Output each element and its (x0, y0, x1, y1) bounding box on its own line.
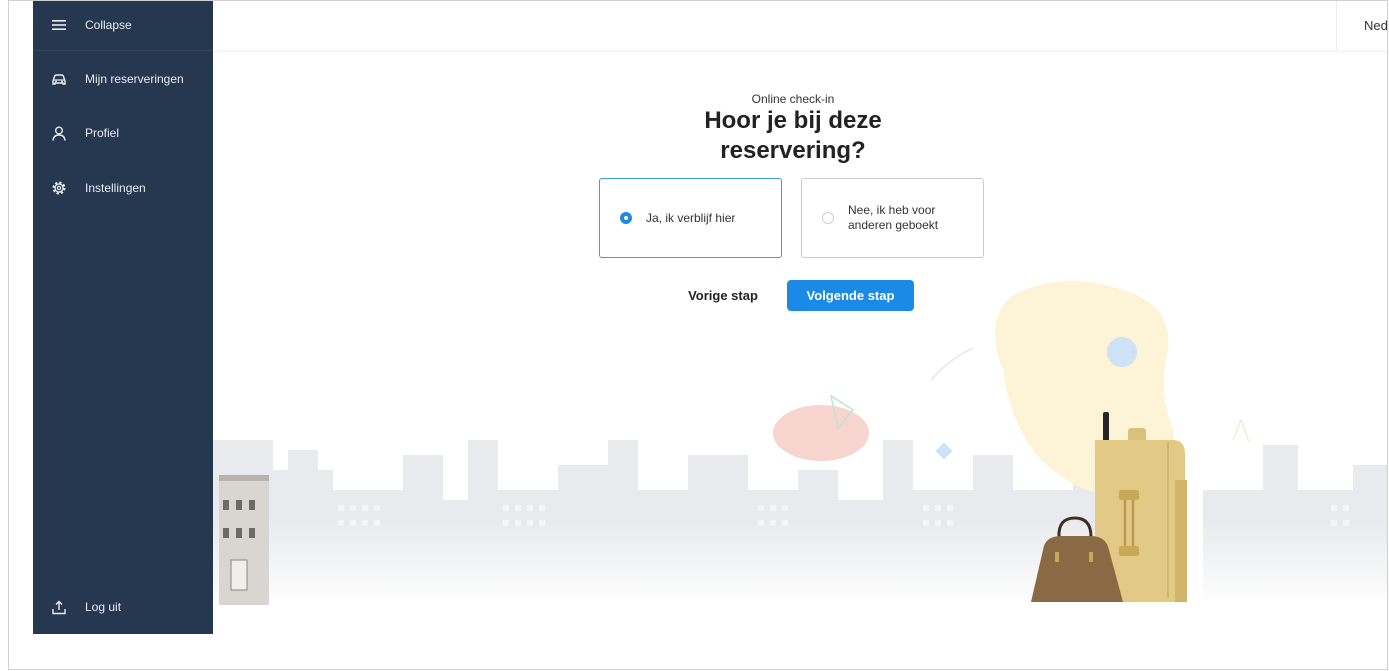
option-booked-for-others[interactable]: Nee, ik heb voor anderen geboekt (801, 178, 984, 258)
logout-label: Log uit (85, 600, 122, 614)
language-select[interactable]: Nederlands (1336, 1, 1388, 50)
top-bar: Nederlands (213, 1, 1388, 50)
logout-icon (51, 599, 67, 615)
option-staying-here[interactable]: Ja, ik verblijf hier (599, 178, 782, 258)
option-label: Ja, ik verblijf hier (646, 210, 736, 225)
logout-button[interactable]: Log uit (33, 585, 213, 629)
sidebar-item-reservations[interactable]: Mijn reserveringen (33, 57, 213, 101)
option-label: Nee, ik heb voor anderen geboekt (848, 203, 939, 232)
page-title: Hoor je bij deze reservering? (213, 106, 1373, 166)
sidebar-item-profile[interactable]: Profiel (33, 111, 213, 155)
app-window: Collapse Mijn reserveringen Profiel Inst… (8, 0, 1388, 670)
sidebar-item-settings[interactable]: Instellingen (33, 166, 213, 210)
main-content: Online check-in Hoor je bij deze reserve… (213, 50, 1387, 669)
sidebar-item-label: Profiel (85, 126, 120, 140)
gear-icon (51, 180, 67, 196)
sidebar: Collapse Mijn reserveringen Profiel Inst… (33, 1, 213, 634)
collapse-button[interactable]: Collapse (33, 3, 213, 47)
sidebar-divider (33, 50, 213, 51)
menu-icon (51, 17, 67, 33)
collapse-label: Collapse (85, 18, 132, 32)
user-icon (51, 125, 67, 141)
step-subtitle: Online check-in (751, 92, 835, 106)
title-line-1: Hoor je bij deze (704, 107, 882, 134)
sidebar-item-label: Instellingen (85, 181, 146, 195)
car-icon (51, 71, 67, 87)
previous-step-button[interactable]: Vorige stap (675, 280, 771, 310)
language-value: Nederlands (1364, 18, 1388, 33)
next-step-button[interactable]: Volgende stap (787, 280, 914, 311)
title-line-2: reservering? (720, 137, 866, 164)
sidebar-item-label: Mijn reserveringen (85, 72, 184, 86)
radio-selected-icon[interactable] (620, 212, 632, 224)
radio-unselected-icon[interactable] (822, 212, 834, 224)
